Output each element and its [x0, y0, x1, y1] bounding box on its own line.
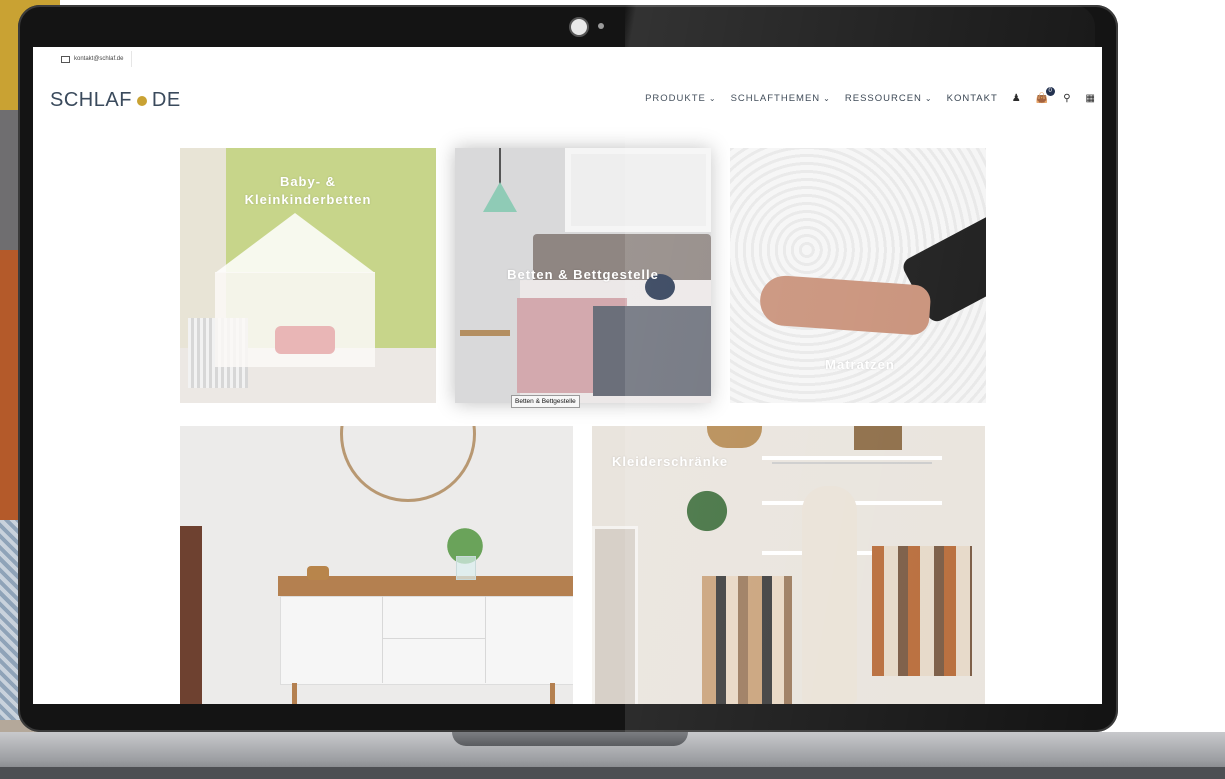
laptop-notch — [452, 732, 688, 746]
tile-image — [383, 638, 485, 639]
category-tile-sideboards[interactable] — [180, 426, 573, 704]
mail-icon — [61, 55, 70, 63]
logo-dot — [136, 95, 147, 106]
nav-label: SCHLAFTHEMEN — [730, 93, 821, 104]
tile-image — [854, 426, 902, 450]
tile-image — [565, 148, 711, 232]
user-icon[interactable]: ♟ — [1012, 93, 1022, 104]
tile-image — [772, 462, 932, 464]
search-icon[interactable]: ⚲ — [1063, 93, 1071, 104]
tile-image — [382, 596, 383, 683]
top-bar: kontakt@schlaf.de — [33, 47, 1102, 71]
nav-item-schlafthemen[interactable]: SCHLAFTHEMEN ⌄ — [731, 93, 831, 104]
category-tile-beds[interactable]: Betten & Bettgestelle — [455, 148, 711, 403]
tile-image — [456, 556, 476, 580]
tile-image — [340, 426, 476, 502]
tile-image — [762, 456, 942, 460]
tile-image — [593, 306, 711, 396]
tile-image — [460, 330, 510, 336]
category-title: Matratzen — [825, 357, 895, 372]
tile-image — [499, 148, 501, 184]
tile-image — [550, 683, 555, 704]
laptop-base — [0, 767, 1225, 779]
nav-label: KONTAKT — [946, 93, 998, 104]
tile-image — [483, 182, 517, 212]
cart-icon[interactable]: 👜 0 — [1036, 87, 1056, 104]
grid-menu-icon[interactable]: ▦ — [1086, 93, 1096, 104]
chevron-down-icon: ⌄ — [924, 94, 933, 103]
category-title: Baby- & Kleinkinderbetten — [244, 174, 372, 207]
site-logo[interactable]: SCHLAF DE — [50, 89, 181, 112]
camera-light — [598, 23, 604, 29]
tile-image — [802, 486, 857, 704]
tile-image — [292, 683, 297, 704]
nav-item-ressourcen[interactable]: RESSOURCEN ⌄ — [845, 93, 933, 104]
category-tile-mattresses[interactable]: Matratzen — [730, 148, 986, 403]
category-title: Betten & Bettgestelle — [507, 267, 659, 282]
contact-email-link[interactable]: kontakt@schlaf.de — [49, 51, 133, 67]
contact-email: kontakt@schlaf.de — [74, 56, 124, 62]
nav-item-kontakt[interactable]: KONTAKT — [947, 93, 998, 104]
category-tile-baby-beds[interactable]: Baby- & Kleinkinderbetten — [180, 148, 436, 403]
webcam-icon — [569, 17, 589, 37]
tile-image — [707, 426, 762, 448]
tile-image — [672, 476, 742, 546]
tooltip: Betten & Bettgestelle — [511, 395, 580, 408]
logo-text-left: SCHLAF — [50, 89, 132, 111]
nav-label: RESSOURCEN — [844, 93, 922, 104]
category-tile-wardrobes[interactable]: Kleiderschränke — [592, 426, 985, 704]
tile-image — [280, 596, 573, 685]
tile-image — [872, 546, 972, 676]
chevron-down-icon: ⌄ — [823, 94, 831, 103]
tile-image — [180, 526, 202, 704]
logo-text-right: DE — [151, 89, 181, 111]
tile-image — [592, 526, 638, 704]
tile-image — [215, 213, 375, 273]
nav-item-produkte[interactable]: PRODUKTE ⌄ — [645, 93, 717, 104]
cart-count-badge: 0 — [1046, 87, 1056, 96]
website-screen: kontakt@schlaf.de SCHLAF DE PRODUKTE ⌄ S… — [33, 47, 1102, 704]
tile-image — [307, 566, 329, 580]
tile-image — [758, 274, 932, 336]
category-title: Kleiderschränke — [612, 454, 729, 469]
nav-label: PRODUKTE — [645, 93, 706, 104]
main-navigation: PRODUKTE ⌄ SCHLAFTHEMEN ⌄ RESSOURCEN ⌄ K… — [645, 87, 1096, 104]
tile-image — [702, 576, 792, 704]
tile-image — [485, 596, 486, 683]
chevron-down-icon: ⌄ — [708, 94, 717, 103]
tile-image — [275, 326, 335, 354]
